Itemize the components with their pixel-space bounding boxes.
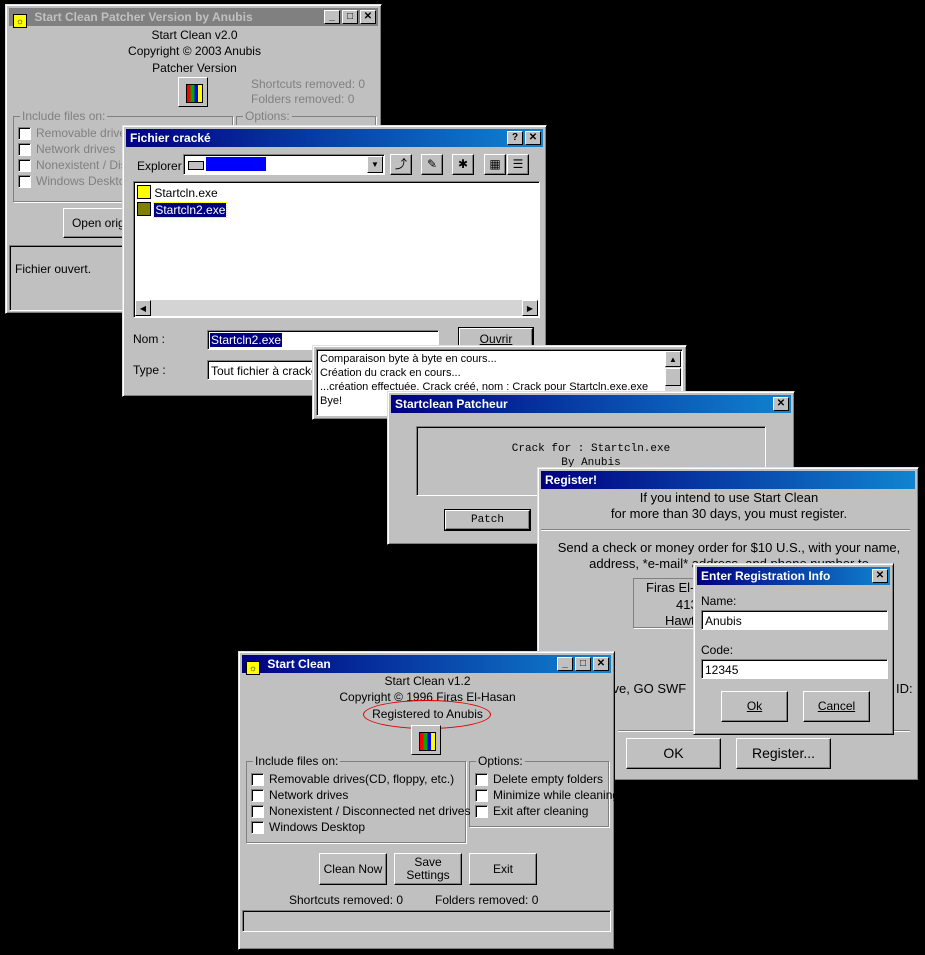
patcheur-crack-for: Crack for : Startcln.exe [511, 443, 671, 455]
log-line: Création du crack en cours... [320, 367, 461, 379]
file-dialog-title: Fichier cracké [130, 131, 211, 145]
patcheur-titlebar: Startclean Patcheur ✕ [391, 395, 791, 413]
divider [541, 529, 910, 531]
desktop-icon[interactable]: ✎ [421, 154, 443, 175]
register-text: for more than 30 days, you must register… [610, 506, 848, 521]
explorer-dropdown[interactable]: ▼ [183, 154, 385, 175]
check-exit-after[interactable]: Exit after cleaning [475, 804, 588, 818]
list-item[interactable]: Startcln.exe [137, 185, 218, 200]
clean-now-button[interactable]: Clean Now [319, 853, 387, 885]
check-minimize[interactable]: Minimize while cleaning [475, 788, 619, 802]
sun-app-icon: ☼ [246, 661, 260, 675]
file-dialog-titlebar: Fichier cracké ? ✕ [126, 129, 543, 147]
scroll-left-icon[interactable]: ◀ [135, 300, 151, 316]
file-list[interactable]: Startcln.exe Startcln2.exe ◀ ▶ [133, 181, 540, 318]
check-removable[interactable]: Removable drives(CD, floppy, etc.) [251, 772, 454, 786]
ok-button[interactable]: OK [626, 738, 721, 769]
code-input[interactable]: 12345 [701, 659, 888, 679]
drive-icon [188, 161, 204, 170]
exit-button[interactable]: Exit [469, 853, 537, 885]
startclean-version: Start Clean v1.2 [384, 674, 471, 688]
patcher-titlebar: ☼ Start Clean Patcher Version by Anubis … [9, 8, 378, 28]
maximize-button[interactable]: □ [575, 657, 591, 671]
help-button[interactable]: ? [507, 131, 523, 145]
register-text: If you intend to use Start Clean [639, 490, 819, 505]
log-line: Bye! [320, 395, 343, 407]
check-network[interactable]: Network drives [251, 788, 348, 802]
horizontal-scrollbar[interactable]: ◀ ▶ [135, 300, 538, 316]
register-button[interactable]: Register... [736, 738, 831, 769]
folders-removed: Folders removed: 0 [435, 893, 539, 907]
broom-app-icon [178, 77, 208, 107]
explorer-label: Explorer : [137, 159, 189, 173]
startclean-title: Start Clean [267, 657, 331, 671]
address-line: Firas El- [646, 580, 695, 595]
patcher-check-desktop[interactable]: Windows Desktop [18, 174, 132, 188]
address-line: Hawt [665, 613, 695, 628]
check-desktop[interactable]: Windows Desktop [251, 820, 365, 834]
patcher-include-label: Include files on: [20, 109, 108, 123]
new-folder-icon[interactable]: ✱ [452, 154, 474, 175]
reginfo-titlebar: Enter Registration Info ✕ [697, 567, 890, 585]
minimize-button[interactable]: _ [557, 657, 573, 671]
register-title: Register! [545, 473, 598, 487]
up-folder-icon[interactable]: ⤴ [390, 154, 412, 175]
patcheur-title: Startclean Patcheur [395, 397, 508, 411]
code-label: Code: [701, 643, 734, 657]
drive-selected-highlight [206, 157, 266, 171]
startclean-window: ☼ Start Clean _ □ ✕ Start Clean v1.2 Cop… [238, 651, 619, 950]
patcher-status-text: Fichier ouvert. [15, 262, 92, 276]
scroll-right-icon[interactable]: ▶ [522, 300, 538, 316]
check-delete-empty[interactable]: Delete empty folders [475, 772, 603, 786]
patcher-check-removable[interactable]: Removable drives [18, 126, 132, 140]
cancel-button[interactable]: Cancel [803, 691, 870, 722]
reginfo-title: Enter Registration Info [701, 569, 831, 583]
progress-bar [242, 910, 611, 932]
close-button[interactable]: ✕ [360, 10, 376, 24]
maximize-button[interactable]: □ [342, 10, 358, 24]
register-text: ID: [896, 681, 913, 696]
scroll-thumb[interactable] [665, 368, 681, 386]
reginfo-window: Enter Registration Info ✕ Name: Anubis C… [693, 563, 894, 735]
patcher-subtitle: Patcher Version [152, 61, 237, 75]
patch-button[interactable]: Patch [444, 509, 531, 531]
list-item-selected[interactable]: Startcln2.exe [137, 202, 228, 218]
minimize-button[interactable]: _ [324, 10, 340, 24]
scroll-up-icon[interactable]: ▲ [665, 351, 681, 367]
register-text: Send a check or money order for $10 U.S.… [557, 540, 901, 555]
name-input[interactable]: Anubis [701, 610, 888, 630]
close-button[interactable]: ✕ [593, 657, 609, 671]
patcher-copyright: Copyright © 2003 Anubis [128, 44, 261, 58]
exe-file-icon [137, 202, 151, 216]
register-titlebar: Register! [541, 471, 915, 489]
check-nonexistent[interactable]: Nonexistent / Disconnected net drives [251, 804, 470, 818]
log-line: Comparaison byte à byte en cours... [320, 353, 497, 365]
close-button[interactable]: ✕ [525, 131, 541, 145]
patcher-options-label: Options: [243, 109, 292, 123]
broom-app-icon [411, 725, 441, 755]
name-label: Name: [701, 594, 737, 608]
patcher-version: Start Clean v2.0 [151, 28, 238, 42]
ok-button[interactable]: Ok [721, 691, 788, 722]
startclean-titlebar: ☼ Start Clean _ □ ✕ [242, 655, 611, 675]
close-button[interactable]: ✕ [773, 397, 789, 411]
patcher-shortcuts-removed: Shortcuts removed: 0 [251, 77, 366, 91]
chevron-down-icon[interactable]: ▼ [367, 156, 383, 173]
sun-app-icon: ☼ [13, 14, 27, 28]
patcher-folders-removed: Folders removed: 0 [251, 92, 355, 106]
patcher-title: Start Clean Patcher Version by Anubis [34, 10, 253, 24]
close-button[interactable]: ✕ [872, 569, 888, 583]
exe-file-icon [137, 185, 151, 199]
name-label: Nom : [133, 332, 166, 346]
list-view-icon[interactable]: ▦ [484, 154, 506, 175]
options-label: Options: [476, 754, 525, 768]
include-label: Include files on: [253, 754, 341, 768]
shortcuts-removed: Shortcuts removed: 0 [289, 893, 404, 907]
type-label: Type : [133, 363, 166, 377]
patcher-check-network[interactable]: Network drives [18, 142, 115, 156]
patcher-check-nonexistent[interactable]: Nonexistent / Disc [18, 158, 133, 172]
save-settings-button[interactable]: Save Settings [394, 853, 462, 885]
details-view-icon[interactable]: ☰ [507, 154, 529, 175]
